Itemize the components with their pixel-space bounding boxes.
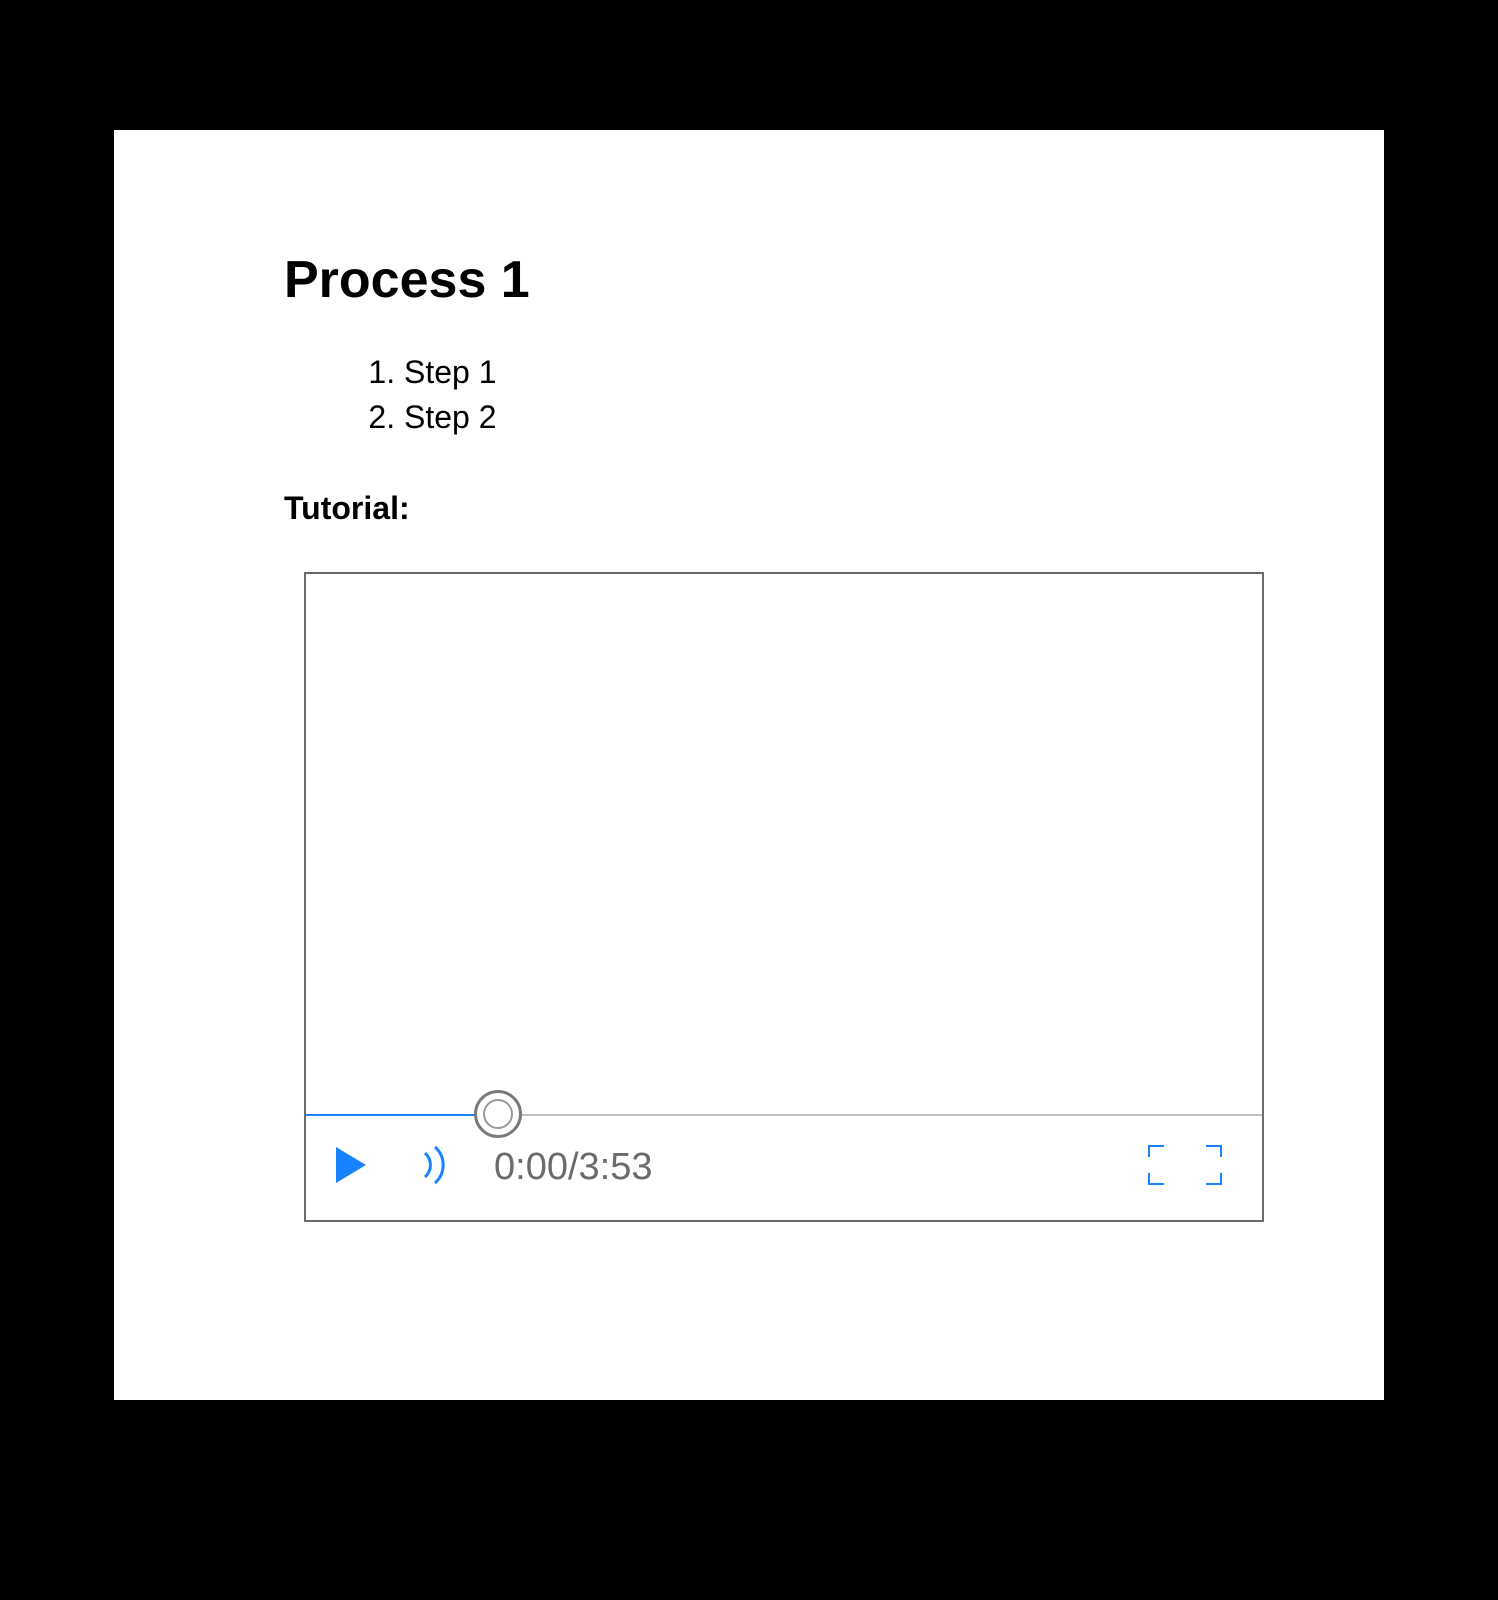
video-progress-bar[interactable] bbox=[306, 1114, 1262, 1116]
tutorial-label: Tutorial: bbox=[284, 490, 1214, 527]
video-controls: 0:00/3:53 bbox=[306, 1116, 1262, 1220]
fullscreen-button[interactable] bbox=[1148, 1145, 1222, 1190]
document-page: Process 1 Step 1 Step 2 Tutorial: bbox=[114, 130, 1384, 1400]
volume-icon bbox=[421, 1145, 449, 1190]
page-heading: Process 1 bbox=[284, 250, 1214, 310]
video-time-display: 0:00/3:53 bbox=[494, 1146, 652, 1189]
step-item: Step 1 bbox=[404, 350, 1214, 395]
play-icon bbox=[336, 1147, 366, 1188]
volume-button[interactable] bbox=[421, 1145, 449, 1190]
steps-list: Step 1 Step 2 bbox=[404, 350, 1214, 440]
play-button[interactable] bbox=[336, 1147, 366, 1188]
video-player: 0:00/3:53 bbox=[304, 572, 1264, 1222]
video-progress-fill bbox=[306, 1114, 496, 1116]
fullscreen-icon bbox=[1148, 1145, 1222, 1190]
video-viewport[interactable] bbox=[306, 574, 1262, 1114]
step-item: Step 2 bbox=[404, 395, 1214, 440]
video-progress-thumb[interactable] bbox=[474, 1090, 522, 1138]
